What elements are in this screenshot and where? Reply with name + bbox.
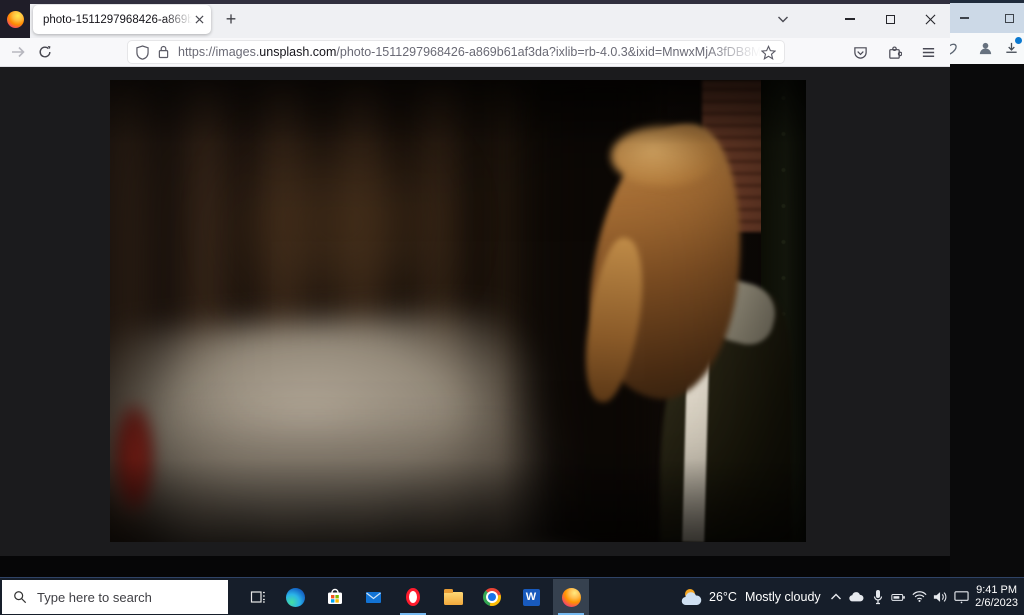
background-window[interactable]: [950, 0, 1024, 577]
clock-time: 9:41 PM: [975, 584, 1018, 597]
weather-icon: [680, 587, 704, 607]
bookmark-star-icon[interactable]: [761, 45, 776, 60]
desktop-background: [0, 556, 950, 577]
mail-icon: [364, 588, 383, 607]
chrome-icon: [483, 588, 501, 606]
toolbar-right-icons: [853, 38, 936, 67]
favorites-heart-icon[interactable]: [950, 41, 958, 55]
clock-date: 2/6/2023: [975, 597, 1018, 610]
tab-title: photo-1511297968426-a869b61af3d: [43, 14, 195, 26]
browser-tab[interactable]: photo-1511297968426-a869b61af3d: [33, 5, 211, 34]
background-window-toolbar: [950, 33, 1024, 64]
minimize-icon: [845, 18, 855, 20]
browser-content: [0, 67, 950, 556]
firefox-icon: [562, 588, 581, 607]
close-icon: [925, 14, 936, 25]
task-view-button[interactable]: [240, 579, 276, 615]
taskbar-app-mail[interactable]: [355, 579, 391, 615]
url-domain: unsplash.com: [259, 45, 336, 59]
taskbar-app-edge[interactable]: [277, 579, 313, 615]
profile-avatar-icon[interactable]: [978, 41, 993, 56]
edge-icon: [286, 588, 305, 607]
taskbar-app-firefox[interactable]: [553, 579, 589, 615]
photo-vignette: [110, 80, 806, 542]
pocket-icon[interactable]: [853, 45, 868, 60]
background-window-titlebar: [950, 0, 1024, 33]
firefox-app-button[interactable]: [0, 0, 30, 38]
address-bar[interactable]: https://images.unsplash.com/photo-151129…: [128, 41, 784, 63]
url-path: /photo-1511297968426-a869b61af3da?ixlib=…: [336, 45, 761, 59]
firefox-window: photo-1511297968426-a869b61af3d +: [0, 0, 950, 556]
extensions-puzzle-icon[interactable]: [887, 45, 902, 60]
bg-minimize-icon[interactable]: [960, 17, 969, 18]
taskbar: Type here to search W: [0, 577, 1024, 615]
tab-close-icon[interactable]: [195, 15, 204, 24]
taskbar-app-chrome[interactable]: [474, 579, 510, 615]
taskbar-app-store[interactable]: [317, 579, 353, 615]
microsoft-store-icon: [326, 588, 344, 606]
unsplash-photo[interactable]: [110, 80, 806, 542]
wifi-icon[interactable]: [912, 590, 927, 603]
download-badge: [1015, 37, 1022, 44]
taskbar-search[interactable]: Type here to search: [2, 580, 228, 614]
taskbar-app-file-explorer[interactable]: [435, 579, 471, 615]
opera-icon: [406, 588, 420, 606]
word-icon: W: [523, 589, 540, 606]
microphone-icon[interactable]: [870, 589, 885, 605]
list-all-tabs-chevron-icon[interactable]: [772, 9, 794, 29]
forward-button[interactable]: [10, 44, 26, 60]
url-text: https://images.unsplash.com/photo-151129…: [178, 45, 761, 59]
hidden-icons-chevron-icon[interactable]: [828, 593, 843, 601]
menu-hamburger-icon[interactable]: [921, 45, 936, 60]
downloads-icon[interactable]: [1004, 41, 1019, 56]
maximize-button[interactable]: [870, 0, 910, 38]
taskbar-clock[interactable]: 9:41 PM 2/6/2023: [975, 578, 1018, 615]
url-protocol: https://images.: [178, 45, 259, 59]
task-view-icon: [249, 588, 267, 606]
window-top-edge: [0, 0, 950, 4]
search-icon: [13, 590, 27, 604]
tab-bar: photo-1511297968426-a869b61af3d +: [0, 0, 950, 38]
weather-widget[interactable]: 26°C Mostly cloudy: [680, 578, 821, 615]
weather-condition: Mostly cloudy: [745, 590, 821, 604]
close-button[interactable]: [910, 0, 950, 38]
reload-button[interactable]: [38, 45, 52, 59]
new-tab-button[interactable]: +: [219, 7, 243, 31]
connect-display-icon[interactable]: [954, 590, 969, 604]
system-tray: [828, 578, 969, 615]
file-explorer-icon: [444, 592, 463, 605]
volume-icon[interactable]: [933, 590, 948, 604]
onedrive-cloud-icon[interactable]: [849, 591, 864, 603]
maximize-icon: [886, 15, 895, 24]
bg-maximize-icon[interactable]: [1005, 14, 1014, 23]
search-placeholder: Type here to search: [37, 590, 152, 605]
minimize-button[interactable]: [830, 0, 870, 38]
window-controls: [830, 0, 950, 38]
desktop-screen: photo-1511297968426-a869b61af3d +: [0, 0, 1024, 615]
taskbar-app-opera[interactable]: [395, 579, 431, 615]
tracking-protection-shield-icon[interactable]: [136, 45, 149, 60]
weather-temp: 26°C: [709, 590, 737, 604]
taskbar-app-word[interactable]: W: [513, 579, 549, 615]
firefox-logo-icon: [7, 11, 24, 28]
https-lock-icon[interactable]: [158, 45, 169, 59]
battery-icon[interactable]: [891, 591, 906, 603]
navigation-toolbar: https://images.unsplash.com/photo-151129…: [0, 38, 950, 67]
